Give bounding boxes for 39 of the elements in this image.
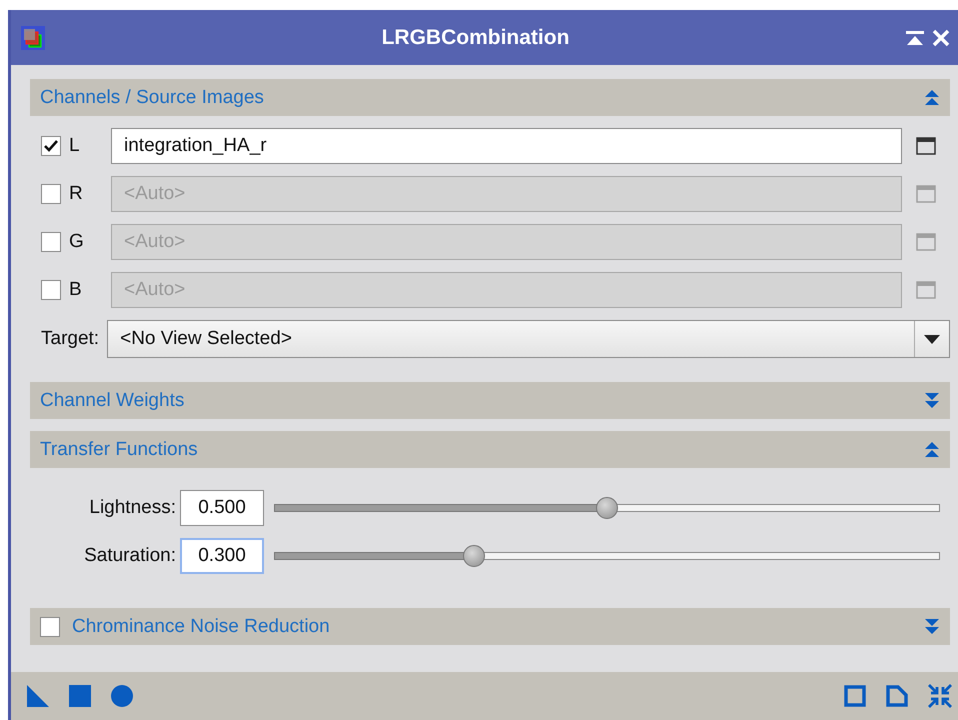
section-title: Transfer Functions — [40, 438, 199, 460]
channel-label: B — [68, 279, 83, 301]
channel-label: L — [68, 135, 81, 157]
collapse-arrows-icon[interactable] — [928, 684, 952, 708]
target-label: Target: — [41, 328, 100, 350]
circle-icon[interactable] — [111, 685, 133, 707]
image-field[interactable]: integration_HA_r — [111, 128, 902, 164]
close-icon[interactable] — [932, 28, 950, 46]
window-title: LRGBCombination — [380, 26, 570, 50]
shade-icon[interactable] — [906, 30, 924, 44]
slider-thumb[interactable] — [596, 497, 618, 519]
param-label: Lightness: — [88, 497, 177, 519]
target-dropdown[interactable]: <No View Selected> — [107, 320, 950, 358]
checkbox[interactable] — [40, 616, 60, 636]
channel-label: R — [68, 183, 84, 205]
value-field[interactable]: 0.300 — [180, 538, 264, 574]
view-icon[interactable] — [916, 137, 936, 155]
value-field[interactable]: 0.500 — [180, 490, 264, 526]
slider[interactable] — [274, 545, 940, 567]
checkbox[interactable] — [41, 280, 61, 300]
document-icon[interactable] — [886, 685, 908, 707]
expand-icon[interactable] — [924, 392, 940, 409]
collapse-icon[interactable] — [924, 89, 940, 106]
section-title: Channels / Source Images — [40, 86, 265, 108]
caret-icon — [924, 334, 940, 344]
expand-icon[interactable] — [924, 618, 940, 635]
slider-thumb[interactable] — [462, 545, 485, 567]
section-title: Channel Weights — [40, 390, 186, 412]
param-label: Saturation: — [83, 545, 177, 567]
slider[interactable] — [274, 497, 940, 519]
channel-label: G — [68, 231, 85, 253]
square-outline-icon[interactable] — [844, 685, 866, 707]
checkbox[interactable] — [41, 232, 61, 252]
triangle-icon[interactable] — [27, 685, 49, 707]
checkbox[interactable] — [41, 184, 61, 204]
checkbox[interactable] — [41, 136, 61, 156]
app-icon — [21, 26, 45, 50]
section-title: Chrominance Noise Reduction — [72, 616, 331, 638]
collapse-icon[interactable] — [924, 441, 940, 458]
